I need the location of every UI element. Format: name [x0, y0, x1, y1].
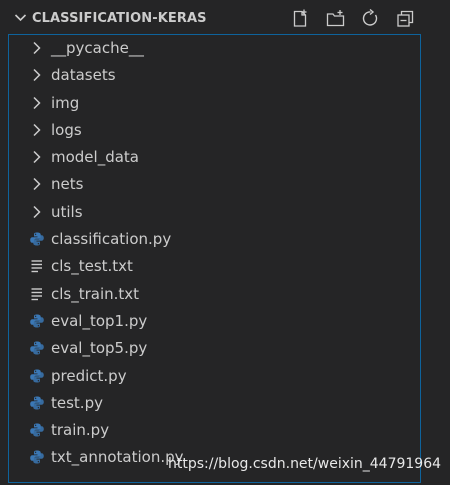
tree-item-label: img [51, 94, 80, 112]
chevron-right-icon [33, 41, 41, 55]
tree-item-label: cls_train.txt [51, 285, 140, 303]
chevron-right-icon [33, 68, 41, 82]
file-item[interactable]: classification.py [9, 226, 420, 253]
file-item[interactable]: eval_top1.py [9, 308, 420, 335]
chevron-right-icon [33, 150, 41, 164]
chevron-right-icon [33, 177, 41, 191]
folder-item[interactable]: utils [9, 199, 420, 226]
folder-item[interactable]: img [9, 90, 420, 117]
python-file-icon [30, 369, 44, 383]
text-file-icon [31, 288, 42, 301]
chevron-right-icon [33, 96, 41, 110]
python-file-icon [30, 314, 44, 328]
tree-item-label: train.py [51, 421, 110, 439]
tree-item-label: cls_test.txt [51, 257, 133, 275]
file-item[interactable]: eval_top5.py [9, 335, 420, 362]
python-file-icon [30, 396, 44, 410]
new-file-icon[interactable] [291, 9, 310, 28]
file-explorer-panel: CLASSIFICATION-KERAS __pycache__ dataset… [0, 0, 450, 485]
tree-item-label: test.py [51, 394, 103, 412]
tree-item-label: model_data [51, 148, 139, 166]
python-file-icon [30, 341, 44, 355]
tree-item-label: utils [51, 203, 83, 221]
chevron-right-icon [33, 205, 41, 219]
tree-item-label: __pycache__ [51, 39, 144, 57]
chevron-down-icon[interactable] [14, 13, 27, 23]
collapse-all-icon[interactable] [396, 9, 415, 28]
tree-item-label: datasets [51, 66, 116, 84]
file-item[interactable]: test.py [9, 390, 420, 417]
new-folder-icon[interactable] [326, 9, 345, 28]
explorer-actions [291, 9, 415, 28]
tree-item-label: classification.py [51, 230, 172, 248]
chevron-right-icon [33, 123, 41, 137]
python-file-icon [30, 423, 44, 437]
tree-item-label: nets [51, 175, 84, 193]
python-file-icon [30, 232, 44, 246]
file-item[interactable]: train.py [9, 417, 420, 444]
tree-item-label: txt_annotation.py [51, 448, 184, 466]
folder-item[interactable]: logs [9, 117, 420, 144]
text-file-icon [31, 260, 42, 273]
folder-item[interactable]: model_data [9, 144, 420, 171]
refresh-icon[interactable] [361, 9, 380, 28]
folder-item[interactable]: __pycache__ [9, 35, 420, 62]
explorer-section-header[interactable]: CLASSIFICATION-KERAS [0, 0, 450, 34]
file-tree: __pycache__ datasets img logs model_datanets… [8, 34, 421, 483]
tree-item-label: logs [51, 121, 82, 139]
explorer-folder-title: CLASSIFICATION-KERAS [32, 11, 207, 26]
tree-item-label: predict.py [51, 367, 127, 385]
file-item[interactable]: cls_train.txt [9, 281, 420, 308]
tree-item-label: eval_top1.py [51, 312, 148, 330]
watermark-text: https://blog.csdn.net/weixin_44791964 [168, 456, 442, 472]
python-file-icon [30, 450, 44, 464]
folder-item[interactable]: datasets [9, 62, 420, 89]
file-item[interactable]: cls_test.txt [9, 253, 420, 280]
tree-item-label: eval_top5.py [51, 339, 148, 357]
file-item[interactable]: predict.py [9, 363, 420, 390]
folder-item[interactable]: nets [9, 171, 420, 198]
